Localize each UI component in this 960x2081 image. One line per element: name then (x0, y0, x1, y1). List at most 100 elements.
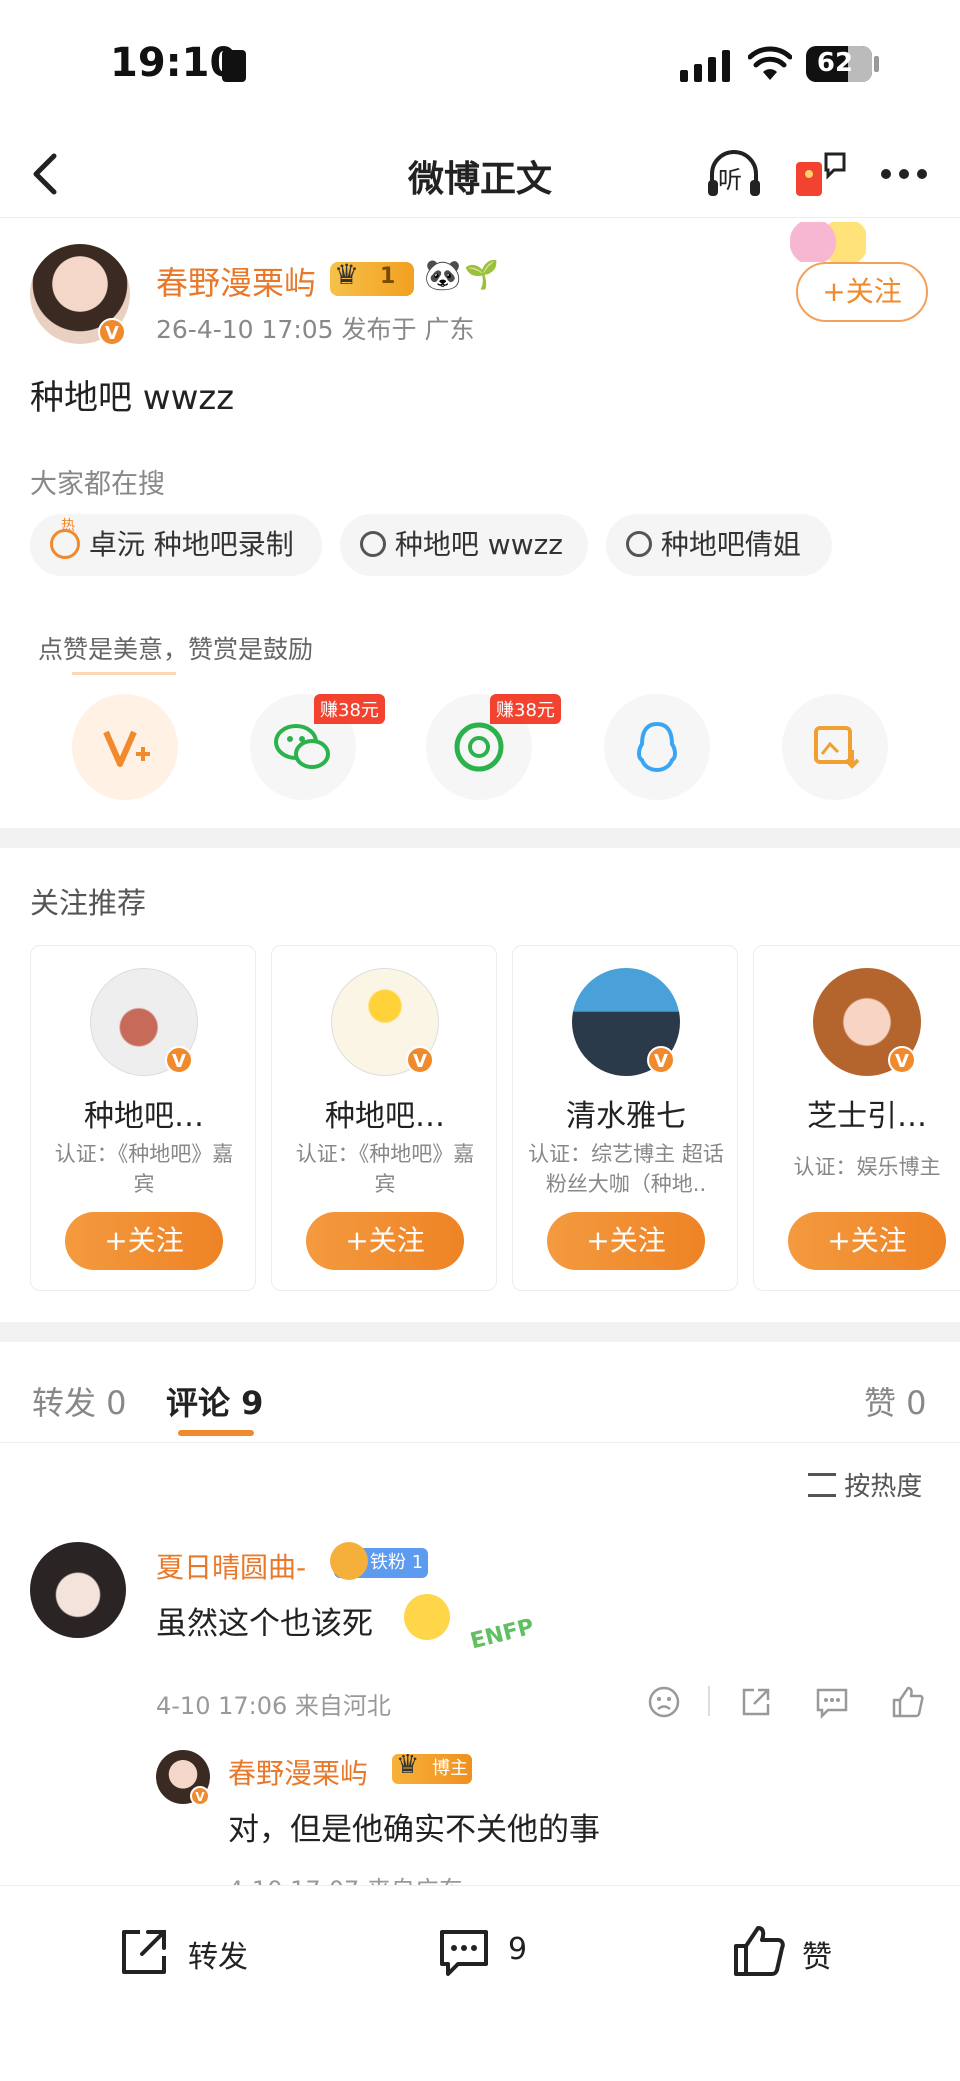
search-chip-label: 种地吧 wwzz (394, 528, 564, 561)
hot-tag: 热 (61, 518, 75, 534)
blogger-badge-label: 博主 (432, 1758, 468, 1779)
repost-icon (122, 1930, 166, 1974)
v-plus-icon (103, 730, 150, 767)
lock-icon (222, 50, 246, 82)
bottom-like-button[interactable]: 赞 (730, 1920, 870, 1980)
post-text: 种地吧 wwzz (30, 378, 235, 418)
sprout-icon: 🌱 (464, 258, 499, 291)
save-image-button[interactable] (782, 694, 888, 800)
dislike-icon[interactable] (646, 1684, 682, 1720)
comment-author[interactable]: 夏日晴圆曲- (156, 1546, 306, 1586)
search-chip-label: 卓沅 种地吧录制 (88, 528, 294, 561)
sort-label: 按热度 (844, 1472, 923, 1502)
repost-icon[interactable] (738, 1684, 774, 1720)
verified-badge-icon: V (190, 1786, 210, 1806)
search-chip-label: 种地吧倩姐 (660, 528, 801, 561)
battery-level: 62 (816, 48, 854, 78)
comment-avatar[interactable] (30, 1542, 126, 1638)
search-chip-2[interactable]: 种地吧 wwzz (340, 514, 588, 576)
like-icon[interactable] (890, 1684, 926, 1720)
verified-badge-icon: V (165, 1046, 193, 1074)
crown-icon: ♛ (396, 1750, 420, 1780)
verified-badge-icon: V (888, 1046, 916, 1074)
recommend-desc: 认证：娱乐博主 (793, 1155, 941, 1179)
recommend-name: 芝士引… (807, 1099, 927, 1134)
comment-sticker: ENFP (467, 1614, 537, 1655)
bottom-comment-button[interactable]: 9 (436, 1920, 576, 1980)
recommend-follow-button[interactable]: +关注 (306, 1212, 464, 1270)
comment-icon (440, 1930, 488, 1976)
comment-icon[interactable] (814, 1684, 850, 1720)
like-icon (734, 1926, 785, 1976)
recommend-card[interactable]: V 种地吧… 认证：《种地吧》嘉宾 +关注 (271, 945, 497, 1291)
hot-search-icon: 热 (50, 518, 80, 559)
reward-hint: 点赞是美意，赞赏是鼓励 (38, 635, 314, 664)
status-bar: 19:10 62 (0, 0, 960, 130)
battery-icon: 62 (806, 46, 872, 82)
comment-text: 虽然这个也该死 (156, 1606, 373, 1642)
verified-badge-icon: V (406, 1046, 434, 1074)
duck-emoji-icon (404, 1594, 450, 1640)
search-label: 大家都在搜 (30, 469, 165, 500)
verified-badge-icon: V (98, 318, 126, 346)
level-number: 1 (380, 264, 396, 289)
recommend-card[interactable]: V 清水雅七 认证：综艺博主 超话粉丝大咖（种地.. +关注 (512, 945, 738, 1291)
recommend-card[interactable]: V 芝士引… 认证：娱乐博主 +关注 (753, 945, 960, 1291)
panda-icon: 🐼 (424, 258, 462, 293)
recommend-card[interactable]: V 种地吧… 认证：《种地吧》嘉宾 +关注 (30, 945, 256, 1291)
recommend-label: 关注推荐 (30, 886, 147, 920)
recommend-follow-button[interactable]: +关注 (788, 1212, 946, 1270)
blogger-badge: ♛ 博主 (392, 1750, 472, 1784)
tab-like[interactable]: 赞 0 (864, 1378, 927, 1424)
status-time: 19:10 (110, 40, 238, 86)
comment-meta: 4-10 17:06 来自河北 (156, 1692, 391, 1720)
more-button[interactable] (874, 144, 934, 204)
recommend-desc: 认证：《种地吧》嘉宾 (295, 1142, 475, 1196)
search-icon (626, 531, 652, 557)
tab-comment[interactable]: 评论 9 (166, 1378, 263, 1424)
author-name[interactable]: 春野漫栗屿 (156, 258, 316, 304)
search-icon (360, 531, 386, 557)
save-image-icon (814, 726, 860, 769)
bonus-tag: 赚38元 (314, 694, 385, 724)
bottom-repost-label: 转发 (188, 1940, 248, 1975)
fan-badge: 铁粉 1 (330, 1542, 428, 1580)
search-chip-3[interactable]: 种地吧倩姐 (606, 514, 832, 576)
bottom-like-label: 赞 (802, 1940, 832, 1975)
recommend-name: 种地吧… (84, 1099, 204, 1134)
recommend-follow-button[interactable]: +关注 (65, 1212, 223, 1270)
crown-icon: ♛ (334, 258, 360, 291)
recommend-desc: 认证：《种地吧》嘉宾 (54, 1142, 234, 1196)
share-qq-button[interactable] (604, 694, 710, 800)
verified-badge-icon: V (647, 1046, 675, 1074)
divider (0, 1322, 960, 1342)
sort-button[interactable]: 按热度 (808, 1466, 922, 1503)
wifi-icon (748, 46, 792, 80)
follow-decoration-icon (790, 222, 866, 262)
recommend-follow-button[interactable]: +关注 (547, 1212, 705, 1270)
search-chip-1[interactable]: 热 卓沅 种地吧录制 (30, 514, 322, 576)
follow-button[interactable]: +关注 (796, 262, 928, 322)
bonus-tag: 赚38元 (490, 694, 561, 724)
bottom-comment-count: 9 (508, 1932, 528, 1967)
divider (0, 828, 960, 848)
bottom-action-bar: 转发 9 赞 (0, 1885, 960, 2081)
red-envelope-icon (796, 152, 846, 196)
reply-text: 对，但是他确实不关他的事 (228, 1812, 600, 1848)
listen-label: 听 (718, 166, 742, 194)
bottom-repost-button[interactable]: 转发 (116, 1920, 276, 1980)
post-meta: 26-4-10 17:05 发布于 广东 (156, 315, 475, 344)
tab-repost[interactable]: 转发 0 (32, 1378, 127, 1424)
signal-icon (680, 50, 730, 82)
qq-icon (637, 721, 677, 773)
listen-button[interactable]: 听 (704, 144, 764, 204)
recommend-name: 清水雅七 (566, 1099, 686, 1134)
sort-icon (808, 1472, 836, 1497)
red-envelope-button[interactable] (790, 144, 850, 204)
recommend-name: 种地吧… (325, 1099, 445, 1134)
recommend-desc: 认证：综艺博主 超话粉丝大咖（种地.. (528, 1142, 724, 1196)
nav-bar: 微博正文 听 (0, 130, 960, 218)
reward-button[interactable] (72, 694, 178, 800)
reply-author[interactable]: 春野漫栗屿 (228, 1752, 368, 1792)
more-icon (881, 169, 927, 179)
